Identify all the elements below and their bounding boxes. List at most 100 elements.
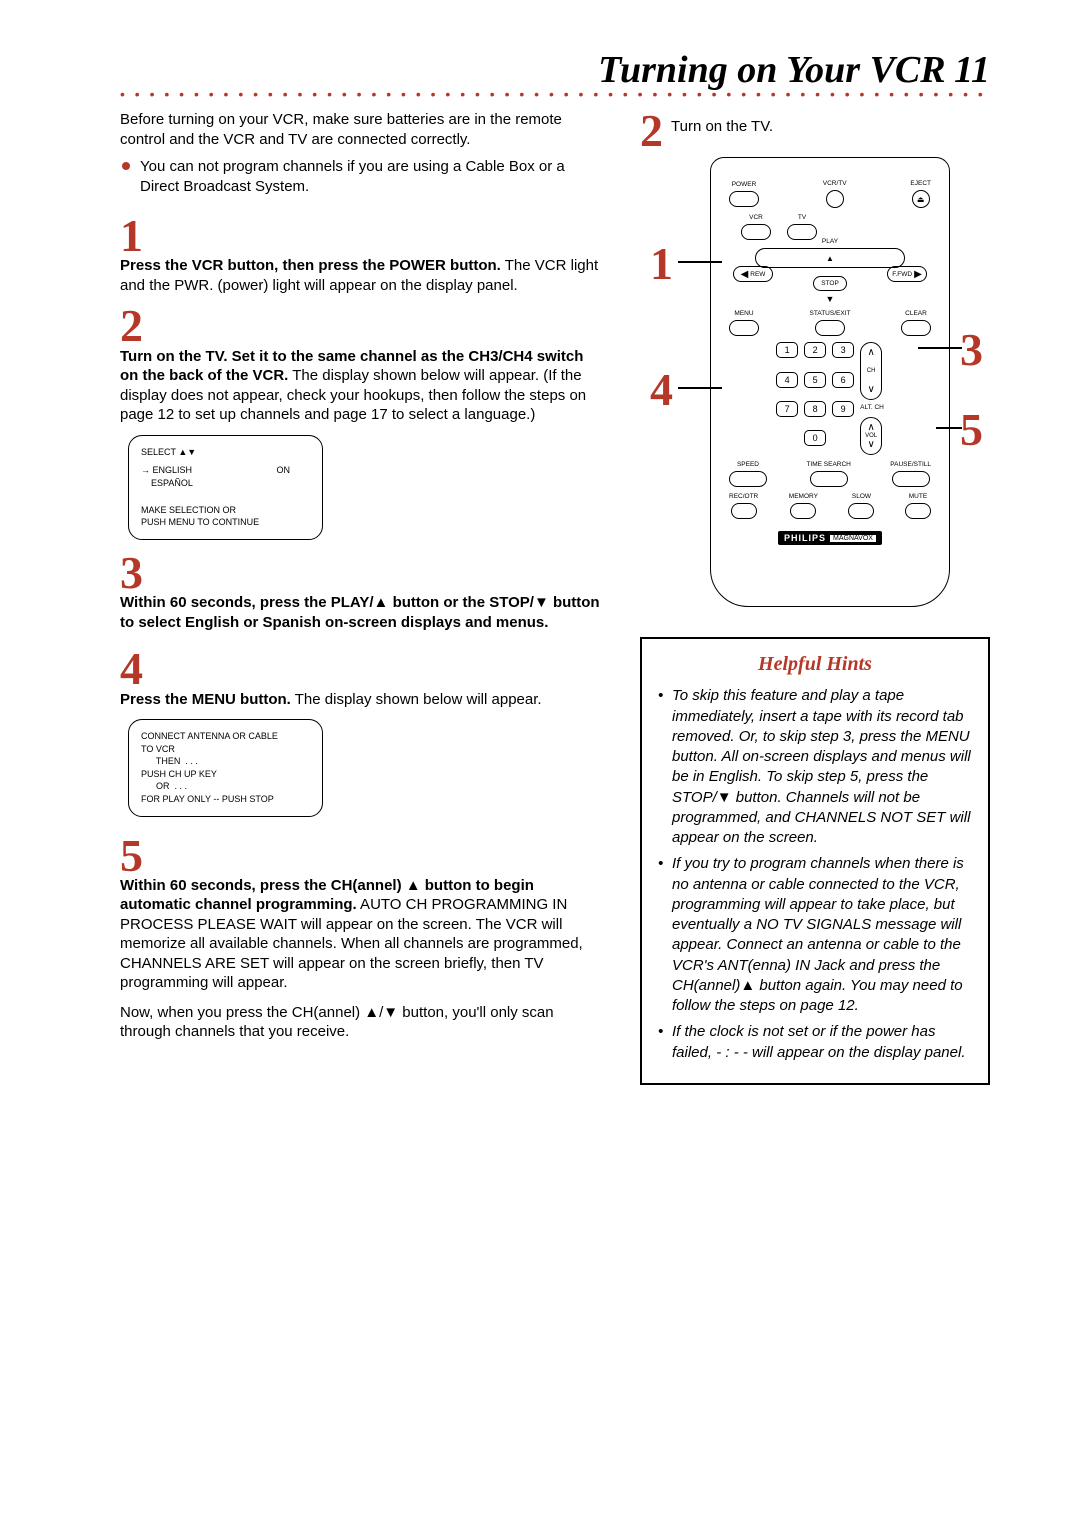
hint-2: If you try to program channels when ther… [658, 854, 972, 1016]
osd-antenna-box: CONNECT ANTENNA OR CABLE TO VCR THEN . .… [128, 719, 323, 817]
osd1-english: → ENGLISH [141, 464, 193, 477]
intro-text: Before turning on your VCR, make sure ba… [120, 110, 600, 151]
osd2-l3: THEN . . . [141, 755, 310, 768]
step5-number: 5 [120, 835, 143, 876]
key-3[interactable]: 3 [832, 342, 854, 358]
step4-text: Press the MENU button. The display shown… [120, 690, 600, 710]
rew-button[interactable]: REW [733, 266, 773, 282]
clear-button[interactable] [901, 320, 931, 336]
remote-diagram: 1 3 4 5 POWER VCR/TV EJECT⏏ VCR [640, 157, 990, 607]
speed-button[interactable] [729, 471, 767, 487]
ch-label: CH [867, 368, 876, 374]
play-label: PLAY [729, 238, 931, 245]
left-column: Before turning on your VCR, make sure ba… [120, 110, 600, 1085]
callout-3: 3 [960, 323, 983, 376]
osd2-l4: PUSH CH UP KEY [141, 768, 310, 781]
intro-bullet-1: You can not program channels if you are … [120, 157, 600, 198]
key-1[interactable]: 1 [776, 342, 798, 358]
key-8[interactable]: 8 [804, 401, 826, 417]
osd-language-box: SELECT ▲▼ → ENGLISH ESPAÑOL ON MAKE SELE… [128, 435, 323, 540]
transport-controls: PLAY ▲ REW F.FWD STOP ▼ [729, 246, 931, 306]
step1-bold: Press the VCR button, then press the POW… [120, 257, 501, 274]
separator-dots: • • • • • • • • • • • • • • • • • • • • … [120, 86, 990, 102]
memory-button[interactable] [790, 503, 816, 519]
mute-label: MUTE [909, 493, 927, 500]
ffwd-button[interactable]: F.FWD [887, 266, 927, 282]
step5-tail: Now, when you press the CH(annel) ▲/▼ bu… [120, 1003, 600, 1042]
step1-number: 1 [120, 215, 143, 256]
brand-bar: PHILIPS MAGNAVOX [778, 531, 882, 545]
eject-button[interactable]: ⏏ [912, 190, 930, 208]
menu-button[interactable] [729, 320, 759, 336]
intro-bullets: You can not program channels if you are … [120, 157, 600, 198]
pause-label: PAUSE/STILL [890, 461, 931, 468]
channel-rocker[interactable]: ∧CH∨ [860, 342, 882, 400]
right-step2-number: 2 [640, 110, 663, 151]
volume-rocker[interactable]: ∧VOL∨ [860, 417, 882, 455]
memory-label: MEMORY [789, 493, 818, 500]
osd2-l1: CONNECT ANTENNA OR CABLE [141, 730, 310, 743]
page-number: 11 [954, 49, 990, 91]
timesearch-button[interactable] [810, 471, 848, 487]
slow-button[interactable] [848, 503, 874, 519]
step3-text: Within 60 seconds, press the PLAY/▲ butt… [120, 593, 600, 632]
key-7[interactable]: 7 [776, 401, 798, 417]
vcrtv-button[interactable] [826, 190, 844, 208]
step4-bold: Press the MENU button. [120, 691, 291, 708]
callout-5: 5 [960, 403, 983, 456]
key-4[interactable]: 4 [776, 372, 798, 388]
hint-1: To skip this feature and play a tape imm… [658, 686, 972, 848]
step4-rest: The display shown below will appear. [291, 691, 542, 708]
right-step2: 2 Turn on the TV. [640, 110, 990, 151]
osd1-select: SELECT ▲▼ [141, 446, 310, 459]
brand-philips: PHILIPS [784, 533, 826, 543]
play-button[interactable]: ▲ [755, 248, 905, 268]
recotr-label: REC/OTR [729, 493, 758, 500]
vcrtv-label: VCR/TV [823, 180, 847, 187]
key-6[interactable]: 6 [832, 372, 854, 388]
clear-label: CLEAR [905, 310, 927, 317]
step1-text: Press the VCR button, then press the POW… [120, 256, 600, 295]
number-keypad: 1 2 3 4 5 6 7 8 9 0 [776, 342, 854, 455]
step2-text: Turn on the TV. Set it to the same chann… [120, 347, 600, 425]
key-5[interactable]: 5 [804, 372, 826, 388]
osd2-l5: OR . . . [141, 780, 310, 793]
hints-title: Helpful Hints [658, 653, 972, 676]
osd1-foot1: MAKE SELECTION OR [141, 504, 310, 517]
timesearch-label: TIME SEARCH [806, 461, 850, 468]
status-label: STATUS/EXIT [810, 310, 851, 317]
key-0[interactable]: 0 [804, 430, 826, 446]
recotr-button[interactable] [731, 503, 757, 519]
down-arrow-icon: ▼ [729, 294, 931, 304]
callout-1: 1 [650, 237, 673, 290]
osd2-l2: TO VCR [141, 743, 310, 756]
key-2[interactable]: 2 [804, 342, 826, 358]
altch-label: ALT. CH [860, 404, 884, 411]
right-step2-text: Turn on the TV. [671, 110, 773, 135]
step3-bold: Within 60 seconds, press the PLAY/▲ butt… [120, 594, 600, 631]
brand-magnavox: MAGNAVOX [830, 535, 876, 542]
step4-number: 4 [120, 648, 143, 689]
key-9[interactable]: 9 [832, 401, 854, 417]
mute-button[interactable] [905, 503, 931, 519]
osd2-l6: FOR PLAY ONLY -- PUSH STOP [141, 793, 310, 806]
stop-button[interactable]: STOP [813, 276, 847, 291]
callout-4: 4 [650, 363, 673, 416]
speed-label: SPEED [737, 461, 759, 468]
eject-label: EJECT [910, 180, 931, 187]
status-button[interactable] [815, 320, 845, 336]
step3-number: 3 [120, 552, 143, 593]
step5-text: Within 60 seconds, press the CH(annel) ▲… [120, 876, 600, 993]
remote-body: POWER VCR/TV EJECT⏏ VCR TV PLAY ▲ REW [710, 157, 950, 607]
menu-label: MENU [734, 310, 753, 317]
step2-number: 2 [120, 305, 143, 346]
tv-label: TV [798, 214, 806, 221]
hint-3: If the clock is not set or if the power … [658, 1022, 972, 1063]
power-button[interactable] [729, 191, 759, 207]
pause-button[interactable] [892, 471, 930, 487]
slow-label: SLOW [852, 493, 871, 500]
vcr-label: VCR [749, 214, 763, 221]
right-column: 2 Turn on the TV. 1 3 4 5 POWER VCR/TV E… [640, 110, 990, 1085]
osd1-espanol: ESPAÑOL [141, 477, 193, 490]
page-title: Turning on Your VCR [598, 49, 945, 91]
